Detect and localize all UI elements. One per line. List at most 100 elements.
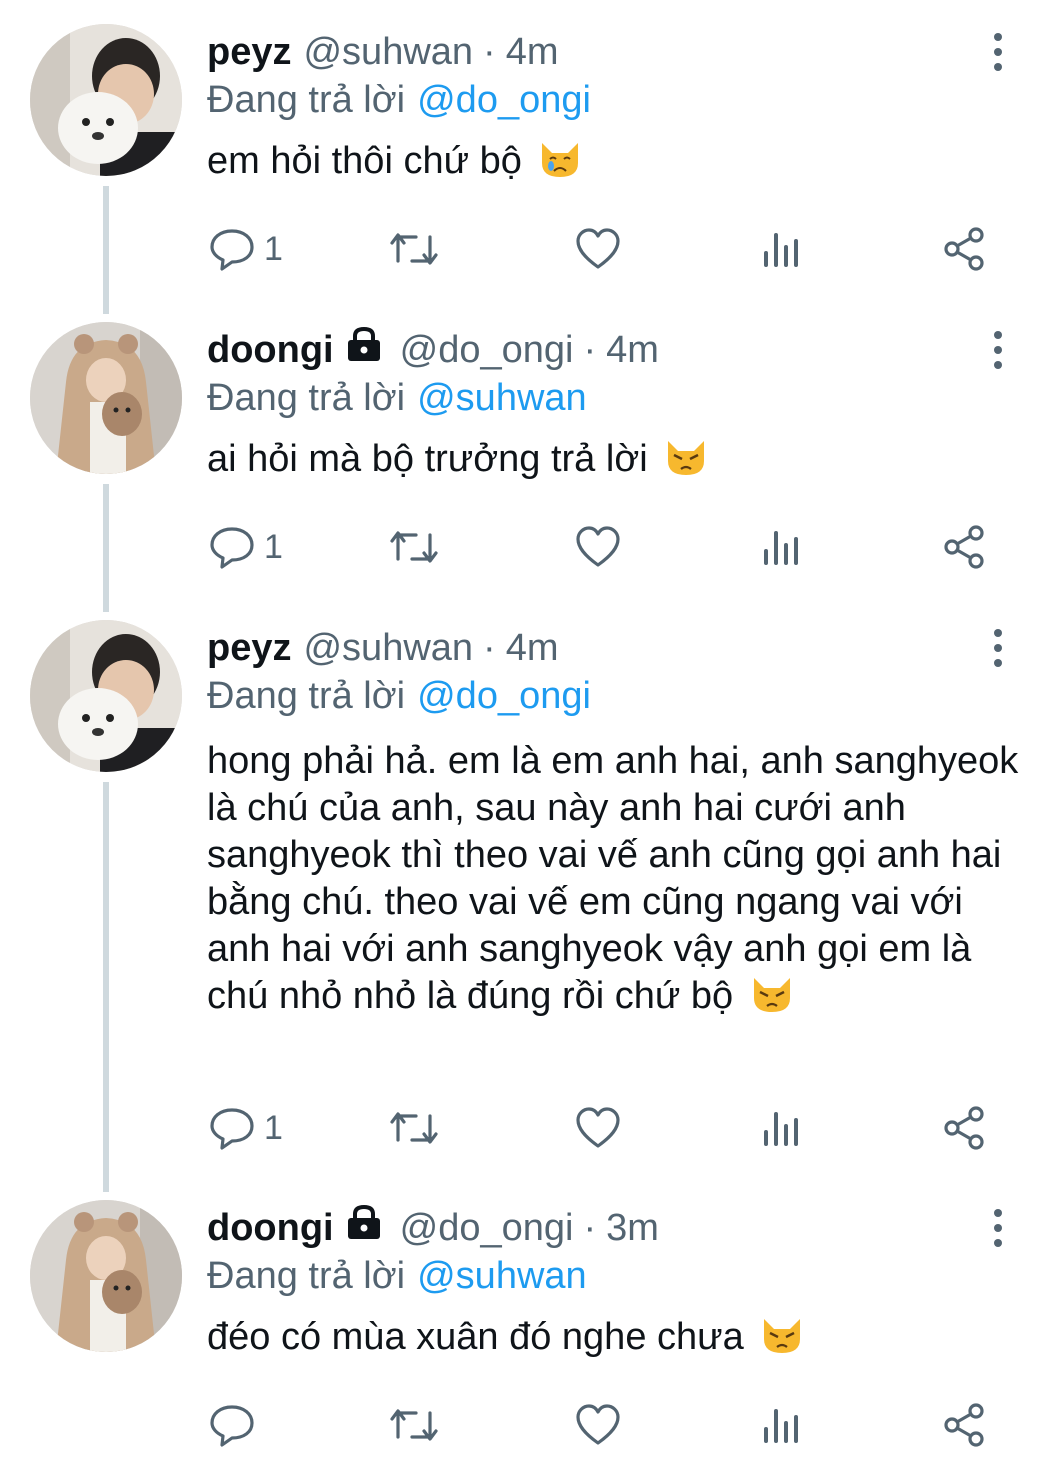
tweet[interactable]: doongi @do_ongi · 3m Đang trả lời @suhwan… bbox=[0, 1200, 1060, 1472]
user-handle: @suhwan bbox=[303, 627, 474, 669]
analytics-icon bbox=[764, 531, 798, 565]
lock-icon bbox=[344, 322, 384, 378]
tweet-text-content: đéo có mùa xuân đó nghe chưa bbox=[207, 1316, 744, 1358]
heart-icon bbox=[576, 1404, 620, 1445]
avatar-photo bbox=[30, 322, 182, 474]
display-name[interactable]: peyz bbox=[207, 620, 291, 676]
reply-prefix: Đang trả lời bbox=[207, 675, 406, 717]
reply-icon bbox=[210, 527, 254, 569]
display-name[interactable]: doongi bbox=[207, 322, 334, 378]
avatar-photo bbox=[30, 24, 182, 176]
heart-icon bbox=[576, 1107, 620, 1148]
retweet-button[interactable] bbox=[386, 219, 442, 279]
avatar[interactable] bbox=[30, 1200, 182, 1352]
analytics-button[interactable] bbox=[760, 1395, 804, 1455]
tweet-text-content: em hỏi thôi chứ bộ bbox=[207, 140, 522, 182]
share-button[interactable] bbox=[940, 517, 988, 577]
timestamp[interactable]: 4m bbox=[606, 322, 659, 378]
avatar-photo bbox=[30, 1200, 182, 1352]
analytics-icon bbox=[764, 1112, 798, 1146]
like-button[interactable] bbox=[574, 1395, 622, 1455]
reply-icon bbox=[210, 1405, 254, 1447]
mention-link[interactable]: @suhwan bbox=[417, 377, 587, 419]
share-icon bbox=[944, 1106, 984, 1150]
share-icon bbox=[944, 525, 984, 569]
timestamp[interactable]: 3m bbox=[606, 1200, 659, 1256]
mention-link[interactable]: @suhwan bbox=[417, 1255, 587, 1297]
heart-icon bbox=[576, 526, 620, 567]
action-bar: 1 bbox=[0, 1098, 1060, 1158]
reply-prefix: Đang trả lời bbox=[207, 79, 406, 121]
share-button[interactable] bbox=[940, 219, 988, 279]
tweet-text: em hỏi thôi chứ bộ bbox=[207, 138, 1027, 191]
tweet-text: đéo có mùa xuân đó nghe chưa bbox=[207, 1314, 1027, 1367]
reply-context: Đang trả lời @suhwan bbox=[207, 372, 587, 424]
avatar[interactable] bbox=[30, 620, 182, 772]
analytics-button[interactable] bbox=[760, 517, 804, 577]
reply-context: Đang trả lời @do_ongi bbox=[207, 74, 591, 126]
retweet-button[interactable] bbox=[386, 517, 442, 577]
share-icon bbox=[944, 1403, 984, 1447]
tweet-text-content: ai hỏi mà bộ trưởng trả lời bbox=[207, 438, 648, 480]
reply-count: 1 bbox=[264, 527, 283, 566]
reply-count: 1 bbox=[264, 1108, 283, 1147]
retweet-button[interactable] bbox=[386, 1395, 442, 1455]
more-options-icon[interactable] bbox=[978, 1206, 1018, 1250]
action-bar bbox=[0, 1395, 1060, 1455]
reply-button[interactable] bbox=[208, 1395, 264, 1455]
reply-button[interactable]: 1 bbox=[208, 219, 283, 279]
retweet-button[interactable] bbox=[386, 1098, 442, 1158]
avatar-photo bbox=[30, 620, 182, 772]
reply-prefix: Đang trả lời bbox=[207, 377, 406, 419]
retweet-icon bbox=[390, 1409, 438, 1441]
user-handle: @do_ongi bbox=[399, 1207, 574, 1249]
tweet[interactable]: peyz @suhwan · 4m Đang trả lời @do_ongi h… bbox=[0, 620, 1060, 1172]
share-button[interactable] bbox=[940, 1395, 988, 1455]
reply-prefix: Đang trả lời bbox=[207, 1255, 406, 1297]
like-button[interactable] bbox=[574, 1098, 622, 1158]
separator: · bbox=[583, 329, 597, 371]
separator: · bbox=[583, 1207, 597, 1249]
action-bar: 1 bbox=[0, 219, 1060, 279]
action-bar: 1 bbox=[0, 517, 1060, 577]
tweet-text: hong phải hả. em là em anh hai, anh sang… bbox=[207, 738, 1027, 1026]
more-options-icon[interactable] bbox=[978, 30, 1018, 74]
tweet[interactable]: doongi @do_ongi · 4m Đang trả lời @suhwan… bbox=[0, 322, 1060, 592]
tweet-text: ai hỏi mà bộ trưởng trả lời bbox=[207, 436, 1027, 489]
display-name[interactable]: doongi bbox=[207, 1200, 334, 1256]
retweet-icon bbox=[390, 1112, 438, 1144]
reply-icon bbox=[210, 1108, 254, 1150]
separator: · bbox=[483, 627, 496, 669]
more-options-icon[interactable] bbox=[978, 626, 1018, 670]
tweet[interactable]: peyz @suhwan · 4m Đang trả lời @do_ongi e… bbox=[0, 24, 1060, 294]
display-name[interactable]: peyz bbox=[207, 24, 291, 80]
reply-button[interactable]: 1 bbox=[208, 1098, 283, 1158]
reply-icon bbox=[210, 229, 254, 271]
reply-context: Đang trả lời @suhwan bbox=[207, 1250, 587, 1302]
avatar[interactable] bbox=[30, 322, 182, 474]
analytics-button[interactable] bbox=[760, 219, 804, 279]
more-options-icon[interactable] bbox=[978, 328, 1018, 372]
analytics-button[interactable] bbox=[760, 1098, 804, 1158]
heart-icon bbox=[576, 228, 620, 269]
reply-count: 1 bbox=[264, 229, 283, 268]
pouting-cat-icon bbox=[750, 974, 794, 1026]
avatar[interactable] bbox=[30, 24, 182, 176]
pouting-cat-icon bbox=[760, 1315, 804, 1367]
timestamp[interactable]: 4m bbox=[506, 620, 559, 676]
reply-context: Đang trả lời @do_ongi bbox=[207, 670, 591, 722]
like-button[interactable] bbox=[574, 517, 622, 577]
reply-button[interactable]: 1 bbox=[208, 517, 283, 577]
user-handle: @suhwan bbox=[303, 31, 474, 73]
separator: · bbox=[483, 31, 496, 73]
mention-link[interactable]: @do_ongi bbox=[417, 675, 591, 717]
user-handle: @do_ongi bbox=[399, 329, 574, 371]
share-button[interactable] bbox=[940, 1098, 988, 1158]
mention-link[interactable]: @do_ongi bbox=[417, 79, 591, 121]
retweet-icon bbox=[390, 233, 438, 265]
timestamp[interactable]: 4m bbox=[506, 24, 559, 80]
like-button[interactable] bbox=[574, 219, 622, 279]
pouting-cat-icon bbox=[664, 437, 708, 489]
analytics-icon bbox=[764, 1409, 798, 1443]
analytics-icon bbox=[764, 233, 798, 267]
